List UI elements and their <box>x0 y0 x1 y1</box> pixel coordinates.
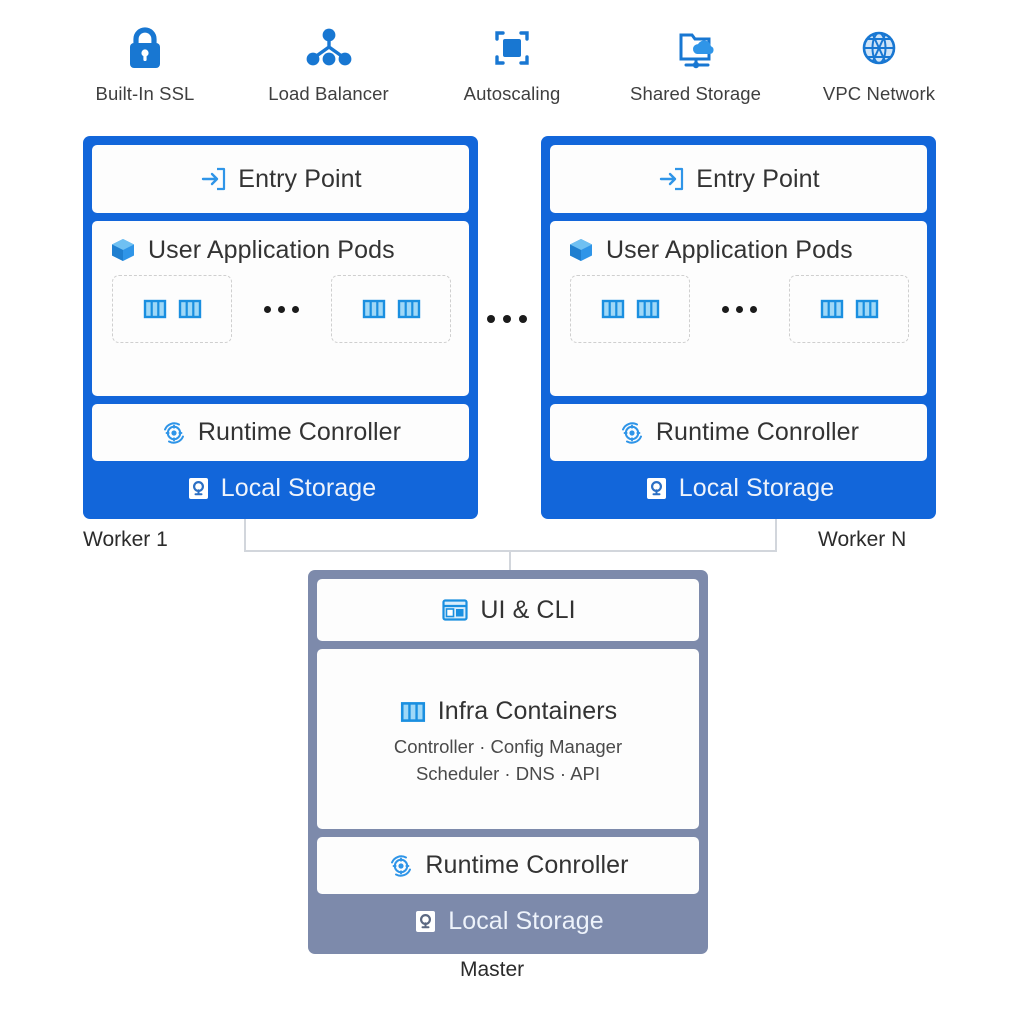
connector-worker-n <box>775 519 777 552</box>
inter-worker-ellipsis <box>487 315 527 323</box>
worker-1-caption: Worker 1 <box>83 528 168 551</box>
feature-vpc-network: VPC Network <box>794 22 964 105</box>
lock-icon <box>123 22 167 74</box>
pods-row <box>566 275 913 343</box>
feature-label: Autoscaling <box>463 83 561 104</box>
local-storage-bar: Local Storage <box>550 461 927 515</box>
local-storage-bar: Local Storage <box>92 461 469 515</box>
pod-box <box>112 275 232 343</box>
entry-point-panel: Entry Point <box>550 145 927 213</box>
worker-n-caption: Worker N <box>818 528 907 551</box>
container-icon <box>635 296 661 322</box>
runtime-gear-icon <box>160 419 188 447</box>
feature-label: Shared Storage <box>630 83 761 104</box>
runtime-gear-icon <box>618 419 646 447</box>
window-icon <box>440 595 470 625</box>
pod-box <box>331 275 451 343</box>
pods-ellipsis <box>264 305 299 313</box>
local-storage-label: Local Storage <box>220 473 377 502</box>
feature-label: VPC Network <box>822 83 936 104</box>
master-node: UI & CLI Infra Containers Controller · C… <box>308 570 708 954</box>
user-application-pods-panel: User Application Pods <box>550 221 927 396</box>
infra-containers-panel: Infra Containers Controller · Config Man… <box>317 649 699 829</box>
local-storage-label: Local Storage <box>678 473 835 502</box>
pods-ellipsis <box>722 305 757 313</box>
infra-header: Infra Containers <box>399 697 617 726</box>
pods-header: User Application Pods <box>108 235 455 265</box>
local-storage-label: Local Storage <box>448 906 604 935</box>
pod-box <box>570 275 690 343</box>
infra-services-line-1: Controller · Config Manager <box>393 736 623 757</box>
runtime-controller-label: Runtime Conroller <box>655 418 860 446</box>
connector-worker-1 <box>244 519 246 552</box>
worker-node-n: Entry Point User Application Pods Runtim… <box>541 136 936 519</box>
entry-point-icon <box>657 164 687 194</box>
hard-drive-icon <box>412 908 439 935</box>
feature-built-in-ssl: Built-In SSL <box>60 22 230 105</box>
feature-label: Load Balancer <box>268 83 389 104</box>
load-balancer-icon <box>302 22 356 74</box>
feature-load-balancer: Load Balancer <box>244 22 414 105</box>
hard-drive-icon <box>185 475 212 502</box>
infra-services-line-2: Scheduler · DNS · API <box>415 763 601 784</box>
cube-icon <box>108 235 138 265</box>
container-icon <box>142 296 168 322</box>
container-icon <box>399 698 427 726</box>
local-storage-bar: Local Storage <box>317 894 699 948</box>
pods-row <box>108 275 455 343</box>
ui-cli-label: UI & CLI <box>480 595 576 624</box>
entry-point-icon <box>199 164 229 194</box>
pod-box <box>789 275 909 343</box>
entry-point-label: Entry Point <box>696 164 820 193</box>
ui-cli-panel: UI & CLI <box>317 579 699 641</box>
pods-title-label: User Application Pods <box>606 235 853 264</box>
runtime-controller-label: Runtime Conroller <box>425 851 629 879</box>
hard-drive-icon <box>643 475 670 502</box>
vpc-network-icon <box>855 22 903 74</box>
connector-master <box>509 550 511 572</box>
infra-containers-label: Infra Containers <box>437 697 618 725</box>
pods-header: User Application Pods <box>566 235 913 265</box>
container-icon <box>819 296 845 322</box>
feature-label: Built-In SSL <box>95 83 195 104</box>
feature-autoscaling: Autoscaling <box>427 22 597 105</box>
master-caption: Master <box>460 958 525 981</box>
container-icon <box>854 296 880 322</box>
runtime-controller-panel: Runtime Conroller <box>550 404 927 461</box>
container-icon <box>600 296 626 322</box>
container-icon <box>396 296 422 322</box>
runtime-controller-label: Runtime Conroller <box>197 418 402 446</box>
pods-title-label: User Application Pods <box>148 235 395 264</box>
container-icon <box>361 296 387 322</box>
feature-shared-storage: Shared Storage <box>611 22 781 105</box>
cube-icon <box>566 235 596 265</box>
runtime-controller-panel: Runtime Conroller <box>317 837 699 894</box>
entry-point-label: Entry Point <box>238 164 362 193</box>
autoscaling-icon <box>488 22 536 74</box>
user-application-pods-panel: User Application Pods <box>92 221 469 396</box>
runtime-gear-icon <box>387 852 415 880</box>
feature-icon-row: Built-In SSL Load Balancer Autoscaling S… <box>60 22 964 122</box>
shared-storage-icon <box>672 22 720 74</box>
worker-node-1: Entry Point User Application Pods Runtim… <box>83 136 478 519</box>
container-icon <box>177 296 203 322</box>
runtime-controller-panel: Runtime Conroller <box>92 404 469 461</box>
entry-point-panel: Entry Point <box>92 145 469 213</box>
